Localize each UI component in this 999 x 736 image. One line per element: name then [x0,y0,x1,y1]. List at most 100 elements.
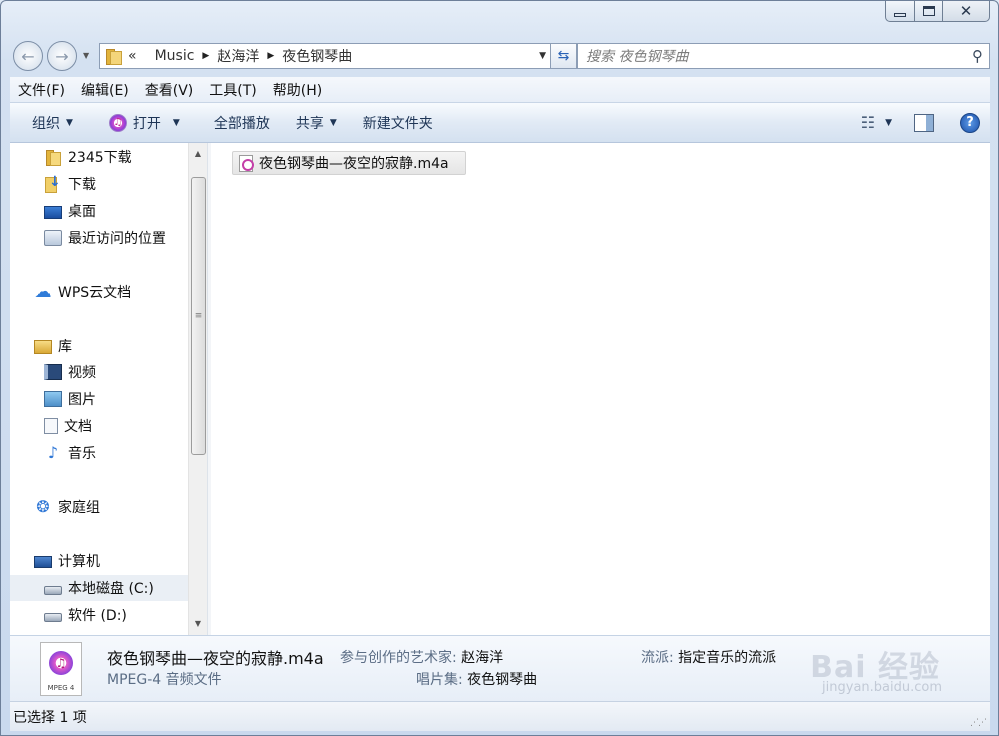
menu-help[interactable]: 帮助(H) [265,80,330,100]
share-button[interactable]: 共享 ▼ [286,113,347,133]
breadcrumb-music[interactable]: Music [155,48,195,64]
nav-item-documents[interactable]: 文档 [10,413,188,439]
close-icon: ✕ [959,2,973,20]
audio-file-icon [239,154,254,172]
music-icon: ♪ [47,443,59,462]
chevron-down-icon: ▼ [83,51,90,60]
address-bar[interactable]: « Music ▶ 赵海洋 ▶ 夜色钢琴曲 ▼ [99,43,551,69]
forward-button[interactable]: → [47,41,77,71]
nav-item-label: 桌面 [68,204,96,220]
file-list[interactable]: 夜色钢琴曲—夜空的寂静.m4a [211,143,990,635]
menu-tools[interactable]: 工具(T) [201,80,264,100]
downloads-icon [44,174,62,193]
menu-file[interactable]: 文件(F) [10,80,73,100]
nav-item-drive-c[interactable]: 本地磁盘 (C:) [10,575,188,601]
details-artist: 参与创作的艺术家: 赵海洋 [340,647,503,667]
new-folder-label: 新建文件夹 [362,115,433,132]
drive-icon [44,612,62,622]
nav-item-wps-cloud[interactable]: ☁ WPS云文档 [10,279,188,305]
nav-item-label: 视频 [68,365,96,381]
search-input[interactable]: 搜索 夜色钢琴曲 ⚲ [577,43,990,69]
album-value[interactable]: 夜色钢琴曲 [467,672,537,688]
cloud-icon: ☁ [34,282,52,302]
view-options-icon[interactable]: ☷ [861,113,875,132]
minimize-button[interactable] [885,1,915,22]
nav-item-label: 下载 [68,177,96,193]
nav-item-drive-d[interactable]: 软件 (D:) [10,602,188,628]
open-label: 打开 [132,115,161,132]
nav-item-computer[interactable]: 计算机 [10,548,188,574]
refresh-button[interactable]: ⇆ [551,43,577,69]
nav-item-downloads[interactable]: 下载 [10,171,188,197]
window-controls: ✕ [885,1,990,22]
search-icon[interactable]: ⚲ [972,47,983,65]
nav-item-libraries[interactable]: 库 [10,333,188,359]
maximize-button[interactable] [915,1,943,22]
open-button[interactable]: ♫ 打开 ▼ [99,113,190,133]
computer-icon [34,556,52,568]
view-dropdown-icon[interactable]: ▼ [885,118,892,128]
recent-pages-dropdown[interactable]: ▼ [83,51,89,60]
chevron-down-icon: ▼ [66,117,73,128]
details-genre: 流派: 指定音乐的流派 [641,647,776,667]
explorer-window: ✕ ← → ▼ « Music ▶ 赵海洋 ▶ 夜色钢琴曲 ▼ ⇆ 搜索 夜色钢… [0,0,999,736]
nav-item-label: WPS云文档 [58,285,132,301]
drive-icon [44,585,62,595]
folder-icon [44,149,62,166]
close-button[interactable]: ✕ [943,1,990,22]
chevron-down-icon: ▼ [329,117,337,128]
nav-item-label: 软件 (D:) [68,608,127,624]
organize-button[interactable]: 组织 ▼ [22,113,83,133]
menu-bar: 文件(F) 编辑(E) 查看(V) 工具(T) 帮助(H) [10,77,990,103]
play-all-button[interactable]: 全部播放 [204,113,280,133]
details-pane: ♫ MPEG 4 夜色钢琴曲—夜空的寂静.m4a 参与创作的艺术家: 赵海洋 流… [10,635,990,701]
minimize-icon [894,13,906,17]
menu-view[interactable]: 查看(V) [137,80,202,100]
nav-item-label: 计算机 [58,554,100,570]
artist-value[interactable]: 赵海洋 [461,650,503,666]
breadcrumb-separator-icon[interactable]: ▶ [267,51,274,61]
navigation-pane: 2345下载 下载 桌面 最近访问的位置 ☁ WPS云文档 库 视频 图片 [10,143,188,635]
refresh-icon: ⇆ [557,48,570,64]
scroll-thumb[interactable]: ≡ [191,177,206,455]
nav-item-homegroup[interactable]: ❂ 家庭组 [10,494,188,520]
chevron-down-icon: ▼ [172,117,180,128]
video-icon [44,364,62,380]
resize-grip-icon[interactable]: ⋰⋰ [970,718,987,728]
artist-label: 参与创作的艺术家: [340,650,457,666]
folder-icon [106,49,122,65]
preview-pane-icon[interactable] [914,113,934,132]
address-row: ← → ▼ « Music ▶ 赵海洋 ▶ 夜色钢琴曲 ▼ ⇆ 搜索 夜色钢琴曲… [11,39,990,73]
maximize-icon [922,6,935,16]
homegroup-icon: ❂ [36,497,50,516]
search-placeholder: 搜索 夜色钢琴曲 [586,49,689,65]
desktop-icon [44,205,62,219]
menu-edit[interactable]: 编辑(E) [73,80,137,100]
nav-item-label: 本地磁盘 (C:) [68,581,154,597]
help-icon[interactable]: ? [960,112,980,133]
nav-item-2345-downloads[interactable]: 2345下载 [10,144,188,170]
new-folder-button[interactable]: 新建文件夹 [353,113,443,133]
selection-status: 已选择 1 项 [13,709,87,726]
nav-item-music[interactable]: ♪ 音乐 [10,440,188,466]
breadcrumb-separator-icon[interactable]: ▶ [202,51,209,61]
nav-item-label: 家庭组 [58,500,100,516]
nav-item-recent-places[interactable]: 最近访问的位置 [10,225,188,251]
explorer-body: 2345下载 下载 桌面 最近访问的位置 ☁ WPS云文档 库 视频 图片 [10,143,990,635]
nav-item-pictures[interactable]: 图片 [10,386,188,412]
breadcrumb-overflow[interactable]: « [128,48,137,64]
file-item[interactable]: 夜色钢琴曲—夜空的寂静.m4a [232,151,466,175]
nav-item-desktop[interactable]: 桌面 [10,198,188,224]
breadcrumb-artist[interactable]: 赵海洋 [217,46,259,66]
back-button[interactable]: ← [13,41,43,71]
scroll-up-icon[interactable]: ▲ [189,145,207,162]
view-controls: ☷ ▼ ? [861,112,990,133]
nav-scrollbar[interactable]: ▲ ≡ ▼ [188,143,207,635]
scroll-down-icon[interactable]: ▼ [189,615,207,632]
breadcrumb-album[interactable]: 夜色钢琴曲 [282,46,352,66]
grip-icon: ≡ [194,311,203,321]
address-dropdown-icon[interactable]: ▼ [539,51,546,61]
genre-value[interactable]: 指定音乐的流派 [678,650,776,666]
nav-item-videos[interactable]: 视频 [10,359,188,385]
icon-caption: MPEG 4 [47,684,75,692]
